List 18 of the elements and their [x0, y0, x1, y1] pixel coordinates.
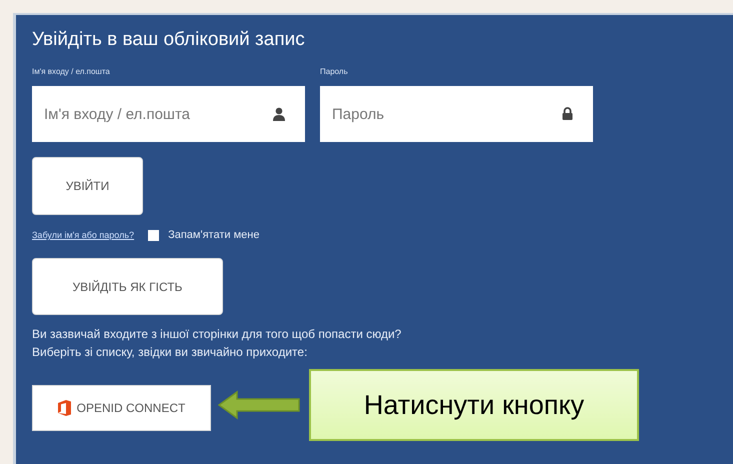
username-field[interactable]: Ім'я входу / ел.пошта: [32, 86, 305, 142]
login-button[interactable]: УВІЙТИ: [32, 157, 143, 215]
openid-button[interactable]: OPENID CONNECT: [32, 385, 211, 431]
remember-checkbox[interactable]: [148, 230, 160, 240]
user-icon: [273, 107, 285, 121]
password-field[interactable]: Пароль: [320, 86, 593, 142]
lock-icon: [562, 107, 573, 120]
arrow-icon: [217, 390, 301, 420]
callout-label: Натиснути кнопку: [309, 369, 639, 441]
checkbox-label: Запам'ятати мене: [168, 229, 260, 241]
panel-title: Увійдіть в ваш обліковий запис: [32, 29, 306, 52]
info-text: Ви зазвичай входите з іншої сторінки для того щоб попасти сюди?: [32, 326, 402, 343]
field-label: Пароль: [320, 67, 349, 76]
guest-login-button[interactable]: УВІЙДІТЬ ЯК ГІСТЬ: [32, 258, 223, 315]
office-logo-icon: [58, 400, 71, 416]
field-label: Ім'я входу / ел.пошта: [32, 67, 111, 76]
info-text: Виберіть зі списку, звідки ви звичайно приходите:: [32, 344, 308, 361]
forgot-password-link[interactable]: Забули ім'я або пароль?: [32, 230, 134, 240]
